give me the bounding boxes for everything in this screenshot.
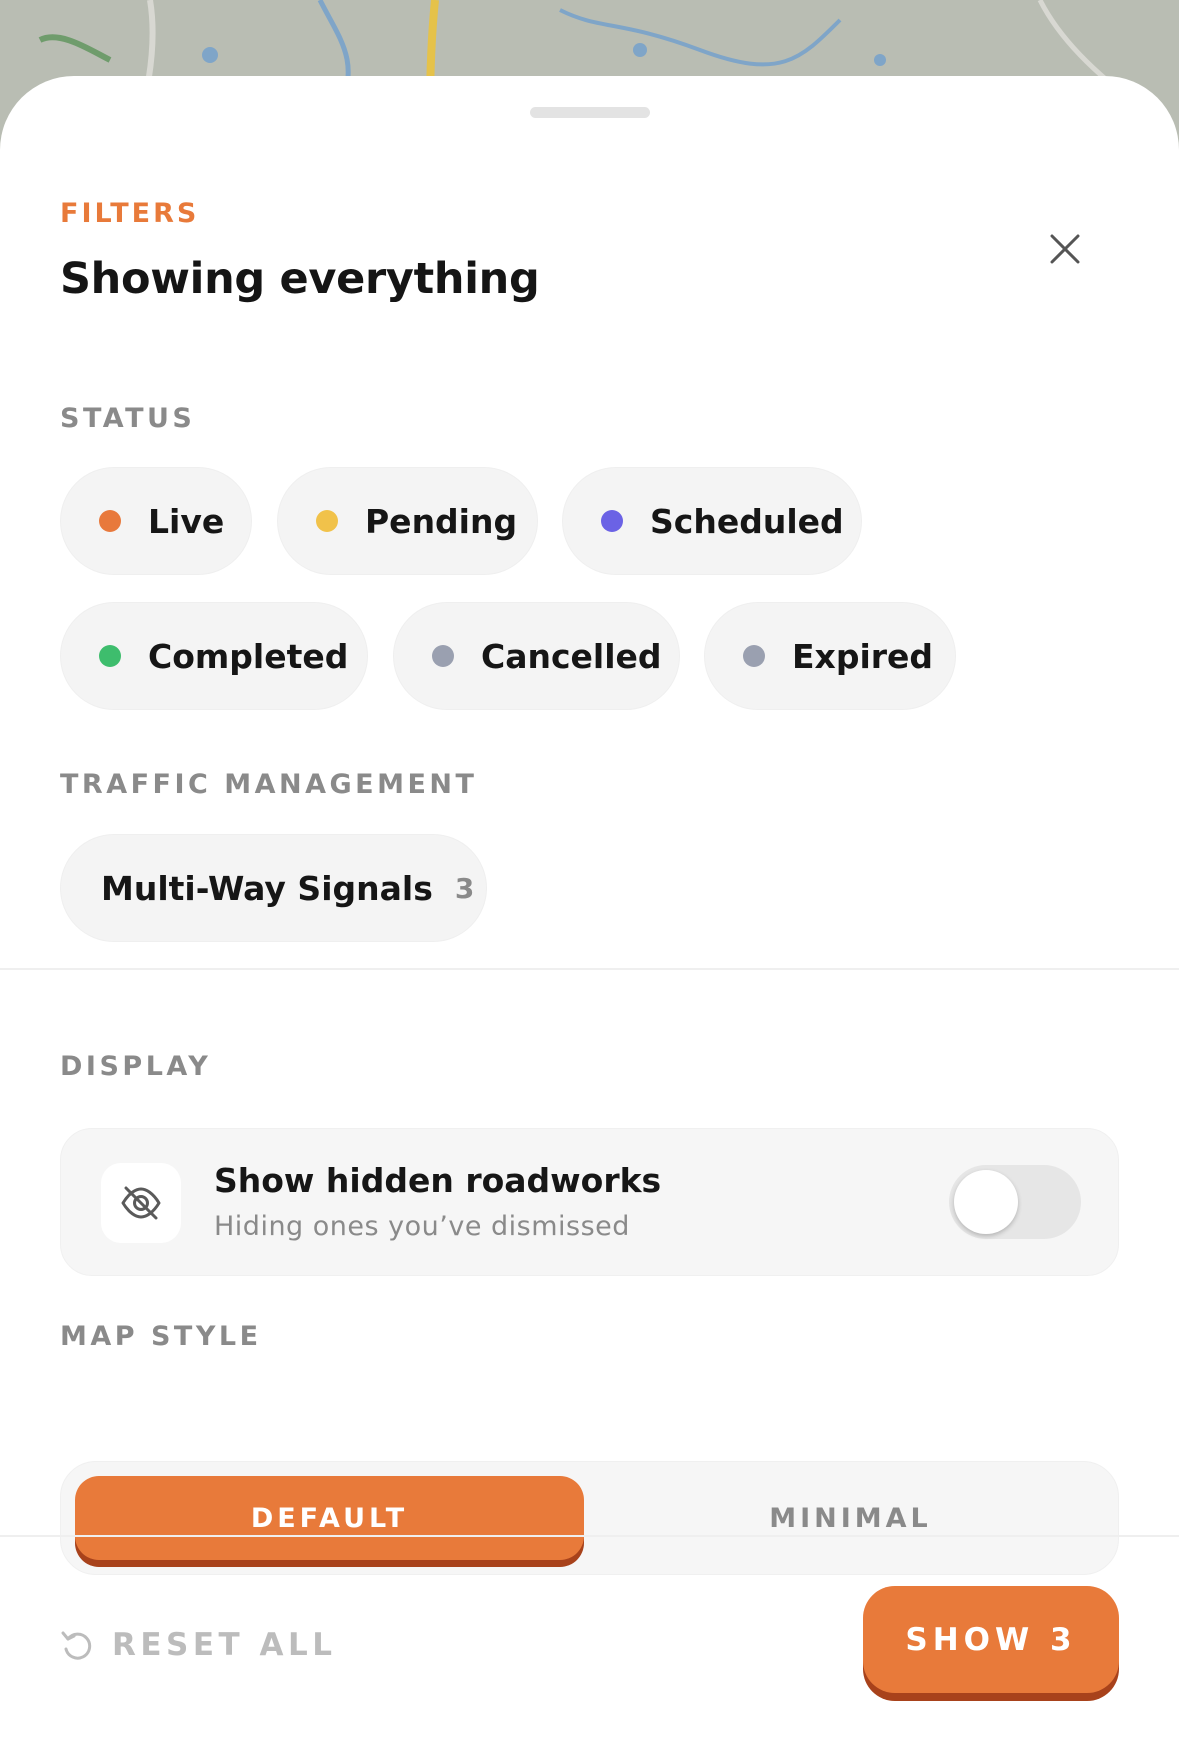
status-dot [316,510,338,532]
status-chip-live[interactable]: Live [60,467,252,575]
eye-off-icon [101,1163,181,1243]
toggle-knob [954,1170,1018,1234]
status-dot [99,645,121,667]
map-style-minimal-button[interactable]: MINIMAL [596,1476,1105,1560]
close-button[interactable] [1040,224,1090,274]
page-title: Showing everything [60,254,540,304]
status-chip-pending[interactable]: Pending [277,467,538,575]
drag-handle[interactable] [530,107,650,118]
show-hidden-roadworks-toggle[interactable] [949,1165,1081,1239]
close-icon [1050,234,1080,264]
row-subtitle: Hiding ones you’ve dismissed [214,1211,630,1242]
status-chip-cancelled[interactable]: Cancelled [393,602,680,710]
chip-label: Expired [792,636,934,676]
chip-label: Pending [365,501,518,541]
reset-all-button[interactable]: RESET ALL [60,1623,337,1667]
status-dot [432,645,454,667]
display-section-label: DISPLAY [60,1051,212,1082]
traffic-section-label: TRAFFIC MANAGEMENT [60,769,478,800]
status-section-label: STATUS [60,403,196,434]
status-chip-scheduled[interactable]: Scheduled [562,467,862,575]
status-dot [99,510,121,532]
reset-all-label: RESET ALL [112,1627,337,1663]
map-style-segmented-control: DEFAULT MINIMAL [60,1461,1119,1575]
chip-count-badge: 3 [454,871,475,905]
map-style-section-label: MAP STYLE [60,1321,262,1352]
filters-eyebrow: FILTERS [60,198,200,229]
chip-label: Live [148,501,225,541]
show-hidden-roadworks-row: Show hidden roadworks Hiding ones you’ve… [60,1128,1119,1276]
status-dot [743,645,765,667]
reset-icon [61,1631,92,1660]
map-style-default-button[interactable]: DEFAULT [75,1476,584,1560]
filters-sheet: FILTERS Showing everything STATUS Live P… [0,76,1179,1757]
chip-label: Completed [148,636,349,676]
chip-label: Scheduled [650,501,844,541]
status-chip-completed[interactable]: Completed [60,602,368,710]
status-dot [601,510,623,532]
status-chip-expired[interactable]: Expired [704,602,956,710]
show-results-button[interactable]: SHOW 3 [863,1586,1119,1693]
row-title: Show hidden roadworks [214,1161,662,1200]
chip-label: Cancelled [481,636,662,676]
traffic-chip-multi-way-signals[interactable]: Multi-Way Signals 3 [60,834,487,942]
footer-divider [0,1535,1179,1537]
eye-off-glyph [121,1186,161,1220]
chip-label: Multi-Way Signals [101,868,433,908]
section-divider [0,968,1179,970]
